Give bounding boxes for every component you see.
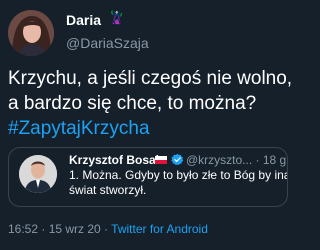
tweet-text: Krzychu, a jeśli czegoś nie wolno, a bar… [8, 66, 298, 141]
quoted-tweet[interactable]: Krzysztof Bosak @krzyszto... · 18 g. 1. … [8, 147, 288, 207]
author-name-emoji: 🦹 [108, 11, 126, 27]
quoted-author-avatar[interactable] [19, 155, 57, 193]
quoted-tweet-text: 1. Można. Gdyby to było złe to Bóg by in… [69, 168, 288, 198]
quoted-text-line: świat stworzył. [69, 183, 147, 197]
tweet-footer: 16:52 · 15 wrz 20 · Twitter for Android [8, 222, 208, 236]
meta-separator: · [255, 153, 260, 167]
quoted-author-handle[interactable]: @krzyszto... [186, 153, 252, 167]
tweet-text-line: Krzychu, a jeśli czegoś nie wolno, [8, 68, 293, 89]
tweet-timestamp[interactable]: 16:52 · 15 wrz 20 · [8, 222, 111, 236]
tweet-source-link[interactable]: Twitter for Android [111, 222, 208, 236]
quoted-author-meta: @krzyszto... · 18 g. [186, 153, 287, 167]
tweet-card: Daria 🦹 @DariaSzaja Krzychu, a jeśli cze… [0, 0, 300, 250]
verified-badge-icon [171, 153, 184, 166]
author-avatar[interactable] [8, 10, 54, 56]
hashtag-link[interactable]: #ZapytajKrzycha [8, 116, 298, 141]
author-handle[interactable]: @DariaSzaja [66, 35, 149, 51]
quoted-tweet-age[interactable]: 18 g. [263, 153, 287, 167]
quoted-text-line: 1. Można. Gdyby to było złe to Bóg by in… [69, 168, 288, 182]
poland-flag-icon [155, 156, 167, 164]
author-name[interactable]: Daria [66, 12, 101, 28]
tweet-text-line: a bardzo się chce, to można? [8, 93, 257, 114]
quoted-author-name[interactable]: Krzysztof Bosak [69, 153, 162, 167]
